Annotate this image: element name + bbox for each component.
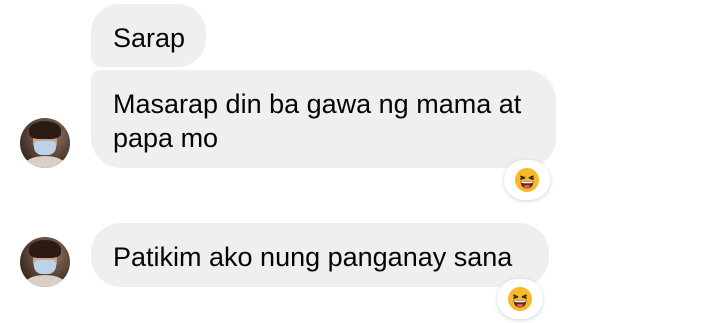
message-bubble[interactable]: Masarap din ba gawa ng mama at papa mo xyxy=(91,70,556,168)
laughing-emoji-icon xyxy=(514,167,540,193)
message-text: Patikim ako nung panganay sana xyxy=(113,242,513,272)
avatar[interactable] xyxy=(20,237,70,287)
message-text: Sarap xyxy=(113,23,186,53)
avatar[interactable] xyxy=(20,118,70,168)
message-bubble[interactable]: Sarap xyxy=(91,4,206,67)
reaction-badge[interactable] xyxy=(497,279,543,319)
reaction-badge[interactable] xyxy=(504,160,550,200)
message-text: Masarap din ba gawa ng mama at papa mo xyxy=(113,89,522,153)
message-bubble[interactable]: Patikim ako nung panganay sana xyxy=(91,223,549,287)
laughing-emoji-icon xyxy=(507,286,533,312)
chat-thread: Sarap Masarap din ba gawa ng mama at pap… xyxy=(0,0,720,323)
